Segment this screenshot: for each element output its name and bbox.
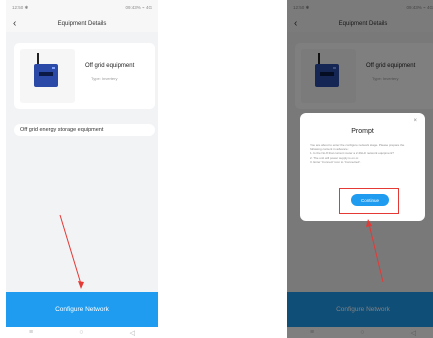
system-nav-bar: ≡ ○ ◁	[6, 327, 158, 338]
phone-screen-right: 12:50 ✱ 09:43% ⌁ 4G ‹ Equipment Details …	[287, 0, 433, 338]
close-icon[interactable]: ×	[413, 118, 417, 124]
home-icon[interactable]: ○	[79, 329, 83, 336]
page-title: Equipment Details	[57, 21, 107, 27]
phone-screen-left: 12:50 ✱ 09:43% ⌁ 4G ‹ Equipment Details …	[6, 0, 158, 338]
back-arrow-icon[interactable]: ‹	[13, 18, 16, 29]
status-time: 12:50 ✱	[12, 5, 29, 10]
status-indicators: 09:43% ⌁ 4G	[125, 5, 152, 10]
equipment-category-label: Off grid energy storage equipment	[14, 124, 155, 136]
dialog-message: You are about to enter the configure net…	[310, 143, 405, 164]
equipment-card[interactable]: Off grid equipment Type: Invertery	[14, 43, 155, 109]
equipment-name: Off grid equipment	[85, 63, 135, 69]
configure-network-button[interactable]: Configure Network	[6, 292, 158, 327]
equipment-image	[20, 49, 75, 103]
equipment-type: Type: Invertery	[91, 76, 118, 81]
dialog-title: Prompt	[351, 128, 374, 135]
continue-button[interactable]: Continue	[351, 194, 389, 206]
prompt-dialog: × Prompt You are about to enter the conf…	[300, 113, 425, 221]
nav-bar: ‹ Equipment Details	[6, 16, 158, 32]
menu-icon[interactable]: ≡	[29, 329, 33, 336]
status-bar: 12:50 ✱ 09:43% ⌁ 4G	[6, 0, 158, 16]
inverter-device-icon	[34, 64, 58, 87]
back-icon[interactable]: ◁	[130, 329, 135, 337]
